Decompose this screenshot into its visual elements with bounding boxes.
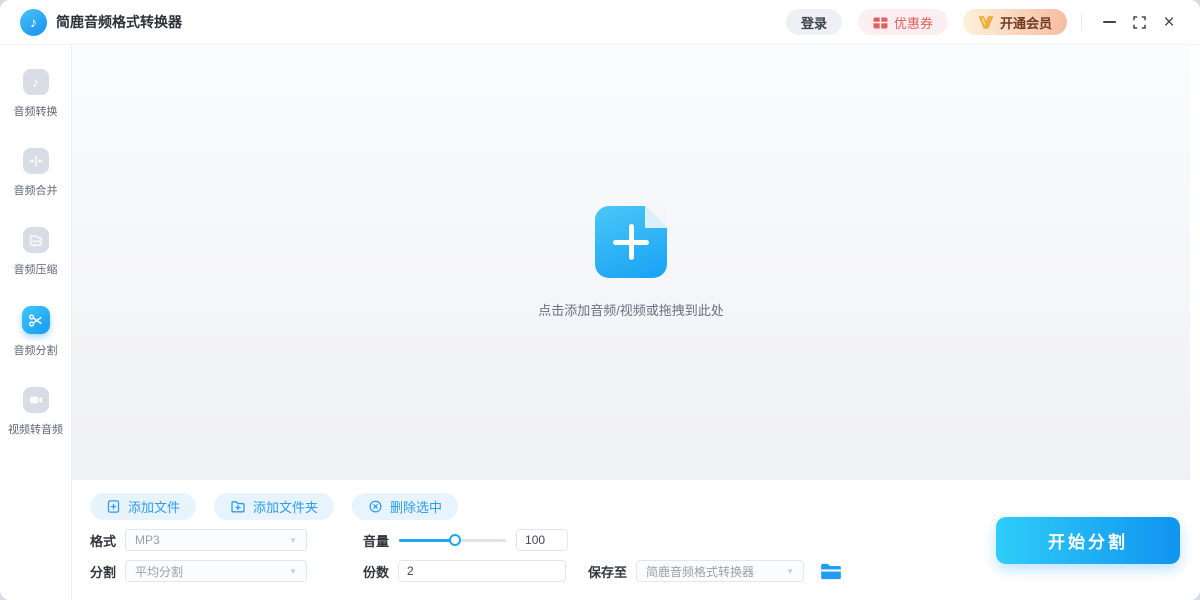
save-to-label: 保存至 bbox=[588, 564, 628, 580]
chevron-down-icon: ▼ bbox=[289, 535, 298, 545]
folder-plus-icon bbox=[230, 499, 246, 514]
minimize-button[interactable] bbox=[1094, 7, 1124, 37]
add-file-tile-icon[interactable] bbox=[595, 206, 667, 278]
count-label: 份数 bbox=[363, 564, 390, 580]
titlebar-divider bbox=[1081, 14, 1082, 30]
save-to-select[interactable]: 简鹿音频格式转换器 ▼ bbox=[636, 560, 805, 582]
plus-icon bbox=[613, 224, 649, 260]
file-drop-zone[interactable]: 点击添加音频/视频或拖拽到此处 bbox=[72, 45, 1190, 480]
folder-icon bbox=[820, 563, 842, 580]
volume-input[interactable] bbox=[516, 529, 569, 551]
coupon-button[interactable]: 优惠券 bbox=[857, 9, 948, 35]
add-file-button[interactable]: 添加文件 bbox=[90, 493, 197, 520]
vip-label: 开通会员 bbox=[999, 15, 1052, 31]
add-folder-button[interactable]: 添加文件夹 bbox=[214, 493, 335, 520]
app-title: 简鹿音频格式转换器 bbox=[56, 14, 182, 30]
sidebar-item-label: 视频转音频 bbox=[8, 424, 63, 436]
sidebar-item-label: 音频合并 bbox=[13, 185, 58, 197]
volume-slider-handle[interactable] bbox=[448, 534, 461, 546]
circle-x-icon bbox=[368, 499, 383, 514]
vip-button[interactable]: 开通会员 bbox=[962, 9, 1067, 35]
scissors-icon bbox=[21, 306, 50, 334]
minimize-icon bbox=[1102, 21, 1116, 23]
maximize-button[interactable] bbox=[1124, 7, 1154, 37]
sidebar-item-audio-split[interactable]: 音频分割 bbox=[14, 306, 58, 358]
sidebar-item-label: 音频转换 bbox=[13, 106, 58, 118]
video-camera-icon bbox=[22, 387, 49, 413]
split-mode-value: 平均分割 bbox=[135, 564, 184, 579]
app-logo-icon: ♪ bbox=[20, 8, 47, 36]
titlebar-actions: 登录 优惠券 开通会员 × bbox=[785, 7, 1184, 37]
login-button[interactable]: 登录 bbox=[785, 9, 842, 35]
drop-zone-hint: 点击添加音频/视频或拖拽到此处 bbox=[538, 303, 724, 318]
bottom-panel: 添加文件 添加文件夹 删除选中 格式 MP3 ▼ 音量 100 分割 平均分割 … bbox=[72, 480, 1200, 600]
coupon-icon bbox=[873, 16, 888, 29]
sidebar: ♪ 音频转换 音频合并 音频压缩 音频分割 视频转音频 bbox=[0, 45, 72, 600]
music-note-icon: ♪ bbox=[22, 69, 49, 95]
sidebar-item-label: 音频压缩 bbox=[13, 264, 58, 276]
sidebar-item-audio-compress[interactable]: 音频压缩 bbox=[14, 227, 58, 277]
app-window: ♪ 简鹿音频格式转换器 登录 优惠券 开通会员 × ♪ 音频转换 音频合并 音频… bbox=[0, 0, 1200, 600]
format-value: MP3 bbox=[135, 533, 160, 547]
compress-file-icon bbox=[22, 227, 49, 253]
file-plus-icon bbox=[106, 499, 121, 514]
sidebar-item-label: 音频分割 bbox=[13, 345, 58, 357]
split-mode-select[interactable]: 平均分割 ▼ bbox=[125, 560, 308, 582]
chevron-down-icon: ▼ bbox=[289, 566, 298, 576]
login-label: 登录 bbox=[800, 15, 827, 31]
volume-label: 音量 bbox=[363, 533, 390, 549]
format-select[interactable]: MP3 ▼ bbox=[125, 529, 308, 551]
titlebar: ♪ 简鹿音频格式转换器 登录 优惠券 开通会员 × bbox=[0, 0, 1200, 45]
add-folder-label: 添加文件夹 bbox=[253, 500, 319, 515]
open-folder-button[interactable] bbox=[818, 560, 844, 582]
split-mode-label: 分割 bbox=[90, 564, 117, 580]
save-to-value: 简鹿音频格式转换器 bbox=[646, 564, 755, 579]
format-label: 格式 bbox=[90, 533, 117, 549]
close-icon: × bbox=[1163, 11, 1175, 33]
merge-arrows-icon bbox=[22, 148, 49, 174]
vip-crown-icon bbox=[978, 15, 994, 29]
volume-slider[interactable] bbox=[399, 534, 507, 546]
file-toolbar: 添加文件 添加文件夹 删除选中 bbox=[90, 480, 1200, 520]
sidebar-item-video-to-audio[interactable]: 视频转音频 bbox=[8, 387, 63, 437]
sidebar-item-audio-merge[interactable]: 音频合并 bbox=[14, 148, 58, 198]
chevron-down-icon: ▼ bbox=[786, 566, 795, 576]
close-button[interactable]: × bbox=[1154, 7, 1184, 37]
sidebar-item-audio-convert[interactable]: ♪ 音频转换 bbox=[14, 69, 58, 119]
coupon-label: 优惠券 bbox=[893, 15, 933, 31]
music-note-glyph: ♪ bbox=[32, 74, 39, 90]
start-split-button[interactable]: 开始分割 bbox=[996, 517, 1180, 564]
music-note-glyph: ♪ bbox=[30, 14, 37, 30]
maximize-icon bbox=[1132, 15, 1146, 29]
add-file-label: 添加文件 bbox=[128, 500, 181, 515]
delete-selected-button[interactable]: 删除选中 bbox=[352, 493, 459, 520]
main-panel: 点击添加音频/视频或拖拽到此处 添加文件 添加文件夹 删除选中 格式 MP3 ▼… bbox=[72, 45, 1200, 600]
volume-slider-fill bbox=[399, 538, 455, 542]
count-input[interactable] bbox=[398, 560, 567, 582]
delete-selected-label: 删除选中 bbox=[390, 500, 443, 515]
